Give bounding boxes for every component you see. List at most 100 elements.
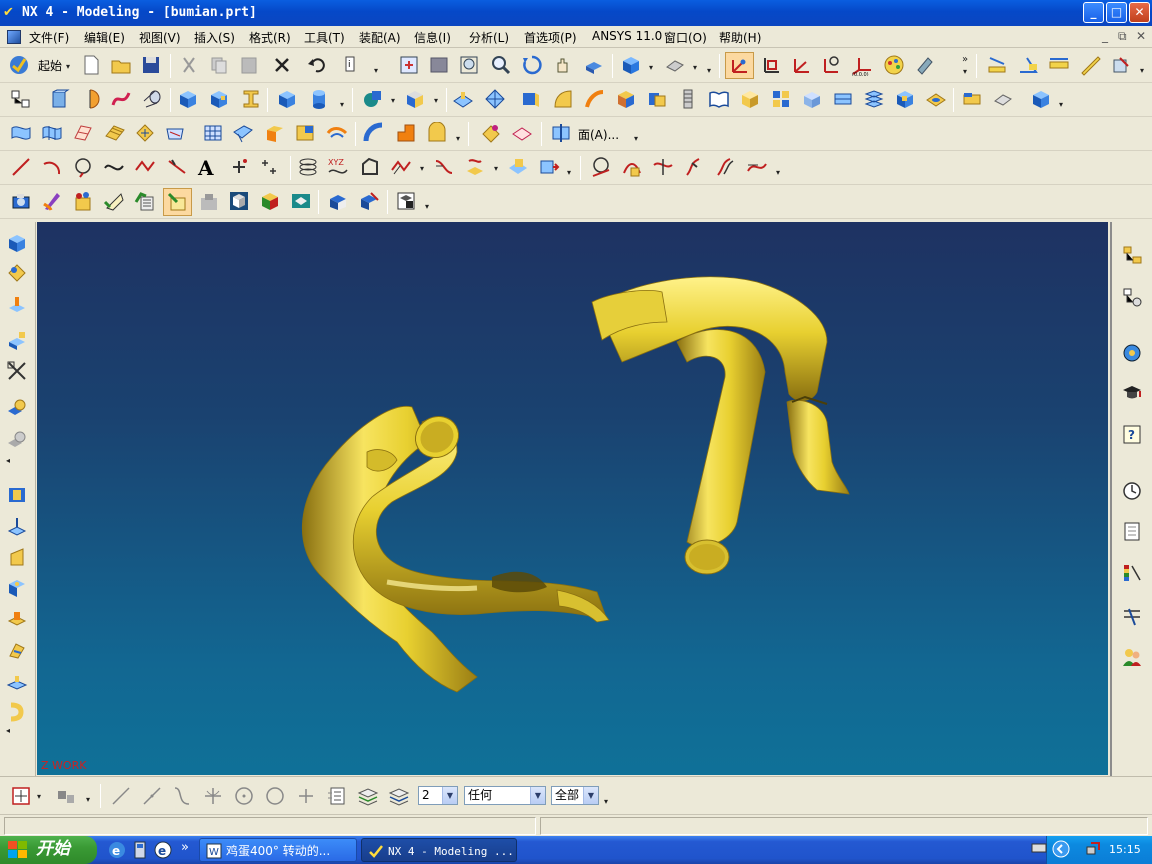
menu-preferences[interactable]: 首选项(P) [524,29,577,46]
feature-dropdown-icon[interactable]: ▾ [1059,100,1063,109]
polygon-icon[interactable] [359,156,381,178]
extrude-icon[interactable] [48,88,70,110]
trim-curve-icon[interactable] [652,156,674,178]
work-layer-combo[interactable]: 2 ▼ [418,786,458,805]
assembly-icon[interactable] [6,397,28,419]
wcs-rotate-icon[interactable] [790,54,812,76]
move-to-layer-icon[interactable] [357,785,379,807]
extension-surface-icon[interactable] [264,122,286,144]
visualization-dropdown-icon[interactable]: ▾ [425,202,429,211]
move-object-icon[interactable] [6,262,28,284]
trim-body-icon[interactable] [552,88,574,110]
minimize-button[interactable]: _ [1083,2,1104,23]
curve-dropdown-icon[interactable]: ▾ [420,164,424,173]
publish-image-icon[interactable] [395,190,417,212]
taper-icon[interactable] [6,546,28,568]
edit-curve-icon[interactable] [621,156,643,178]
menu-ansys[interactable]: ANSYS 11.0 [592,29,662,43]
background-icon[interactable] [134,190,156,212]
quicklaunch-ie-icon[interactable]: e [106,839,128,861]
thicken-icon[interactable] [452,88,474,110]
shadow-icon[interactable] [198,190,220,212]
menu-insert[interactable]: 插入(S) [194,29,235,46]
undo-icon[interactable] [306,54,328,76]
point-icon[interactable] [228,156,250,178]
cylinder-icon[interactable] [308,88,330,110]
taskbar-button-nx-modeling[interactable]: NX 4 - Modeling ... [361,838,517,862]
bridge-curve-icon[interactable] [433,156,455,178]
copy-transform-icon[interactable] [6,330,28,352]
wcs-origin-icon[interactable] [760,54,782,76]
info-icon[interactable]: i [342,54,364,76]
delete-icon[interactable] [271,54,293,76]
helix-icon[interactable] [297,156,319,178]
wcs-absolute-icon[interactable]: (0,0,0) [851,54,873,76]
menu-view[interactable]: 视图(V) [139,29,181,46]
unite-icon[interactable] [362,88,384,110]
shaded-view-dropdown-icon[interactable]: ▾ [649,63,653,72]
chevron-down-icon[interactable]: ▼ [583,787,598,804]
export-scene-icon[interactable] [290,190,312,212]
mdi-minimize-button[interactable]: _ [1102,29,1108,43]
quicklaunch-media-icon[interactable] [130,839,152,861]
toolbar-chevron-icon[interactable]: » [962,54,968,65]
snap-intersection-icon[interactable] [202,785,224,807]
type-filter-combo[interactable]: 任何 ▼ [464,786,546,805]
offset-curve-icon[interactable] [390,156,412,178]
start-icon[interactable] [8,54,30,76]
extract-icon[interactable] [615,88,637,110]
render-style-dropdown-icon[interactable]: ▾ [693,63,697,72]
snap-end-icon[interactable] [110,785,132,807]
maximize-button[interactable]: □ [1106,2,1127,23]
measure-angle-icon[interactable] [1017,54,1039,76]
spline-icon[interactable] [103,156,125,178]
close-button[interactable]: ✕ [1129,2,1150,23]
toolbar-options-icon[interactable]: ▾ [963,67,967,76]
slot-icon[interactable] [240,88,262,110]
layer-settings-icon[interactable] [326,785,348,807]
arc-icon[interactable] [41,156,63,178]
snap-mid-icon[interactable] [141,785,163,807]
surface-mesh-icon[interactable] [202,122,224,144]
snap-point-existing-icon[interactable] [295,785,317,807]
keyboard-icon[interactable] [1031,840,1047,856]
copy-icon[interactable] [208,54,230,76]
select-dropdown-icon[interactable]: ▾ [86,795,90,804]
hole-icon[interactable] [6,577,28,599]
pocket-icon[interactable] [208,88,230,110]
selection-bar-options-icon[interactable]: ▾ [604,797,608,806]
training-icon[interactable] [1121,382,1143,404]
left-toolbar-more2-icon[interactable]: ◂ [6,726,10,735]
info-dropdown-icon[interactable]: ▾ [374,66,378,75]
chevron-down-icon[interactable]: ▼ [442,787,457,804]
law-curve-icon[interactable]: XYZ [327,156,349,178]
face-blend-icon[interactable] [426,122,448,144]
document-icon[interactable] [7,30,21,44]
box-icon[interactable] [276,88,298,110]
project-dropdown-icon[interactable]: ▾ [494,164,498,173]
quicklaunch-more-icon[interactable]: » [181,840,189,855]
bounded-plane-icon[interactable] [961,88,983,110]
swept-surface-icon[interactable] [72,122,94,144]
history-icon[interactable] [1121,480,1143,502]
split-body-icon[interactable] [584,88,606,110]
menu-info[interactable]: 信息(I) [414,29,451,46]
through-mesh-icon[interactable] [41,122,63,144]
ruler-icon[interactable] [1079,54,1101,76]
offset-face-icon[interactable] [484,88,506,110]
wrap-geometry-icon[interactable] [863,88,885,110]
left-toolbar-more-icon[interactable]: ◂ [6,456,10,465]
boolean-dropdown-icon[interactable]: ▾ [391,96,395,105]
display-colors-icon[interactable] [883,54,905,76]
transform-icon[interactable] [6,294,28,316]
art-appearance-icon[interactable] [358,190,380,212]
internet-explorer-icon[interactable] [1121,342,1143,364]
face-command-label[interactable]: 面(A)... [578,126,619,143]
patch-icon[interactable] [992,88,1014,110]
emboss-icon[interactable] [6,670,28,692]
new-file-icon[interactable] [80,54,102,76]
visual-effects-icon[interactable] [228,190,250,212]
draft-icon[interactable] [801,88,823,110]
pattern-face-icon[interactable] [770,88,792,110]
start-dropdown-icon[interactable]: ▾ [66,62,70,71]
